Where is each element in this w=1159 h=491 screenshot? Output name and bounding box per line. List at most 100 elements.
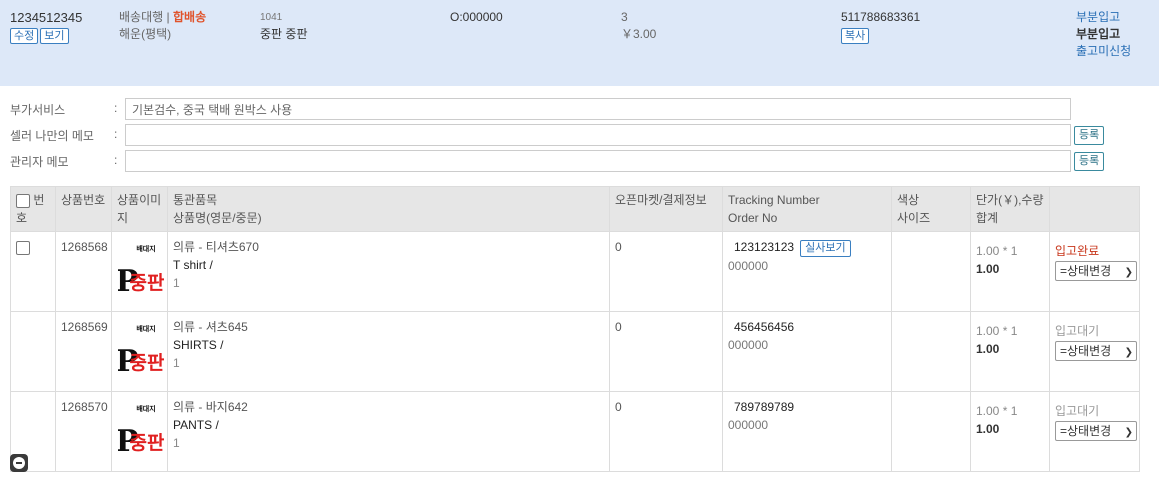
product-image[interactable]: 배대지 P 중판 [116, 402, 165, 460]
service-row: 부가서비스 : [10, 98, 1110, 120]
color-size-cell [891, 231, 971, 312]
product-image[interactable]: 배대지 P 중판 [116, 322, 165, 380]
customs-item: 의류 - 바지642 [173, 400, 248, 414]
table-row: 1268569 배대지 P 중판 의류 - 셔츠645 SHIRTS / 1 0… [10, 311, 1140, 392]
product-number-text: 1268569 [61, 320, 108, 334]
copy-button[interactable]: 복사 [841, 28, 870, 44]
row-status: 입고대기 [1055, 404, 1100, 418]
color-size-cell [891, 311, 971, 392]
admin-memo-row: 관리자 메모 : 등록 [10, 150, 1110, 172]
svg-text:배대지: 배대지 [136, 324, 155, 333]
status-cell: 입고대기 =상태변경 ❯ [1049, 311, 1140, 392]
open-market-value: 0 [615, 320, 622, 334]
seller-memo-input[interactable] [125, 124, 1071, 146]
admin-memo-colon: : [114, 153, 118, 167]
edit-button[interactable]: 수정 [10, 28, 39, 44]
qty-amount-cell: 3 ￥3.00 [621, 9, 656, 43]
status-change-select[interactable]: =상태변경 ❯ [1055, 261, 1137, 281]
order-number-value: 000000 [728, 259, 769, 273]
unit-price-qty: 1.00 * 1 [976, 244, 1018, 258]
select-all-checkbox[interactable] [16, 193, 30, 208]
chevron-down-icon: ❯ [1124, 347, 1133, 358]
tracking-cell: 511788683361 복사 [841, 9, 920, 44]
photo-view-button[interactable]: 실사보기 [800, 240, 851, 257]
status-change-select[interactable]: =상태변경 ❯ [1055, 421, 1137, 441]
admin-memo-register-button[interactable]: 등록 [1074, 152, 1105, 171]
delivery-separator: | [166, 10, 170, 24]
product-info-cell: 의류 - 티셔츠670 T shirt / 1 [167, 231, 610, 312]
release-not-requested-link[interactable]: 출고미신청 [1076, 43, 1131, 60]
tracking-cell: 123123123 실사보기 000000 [722, 231, 892, 312]
partial-receipt-link[interactable]: 부분입고 [1076, 9, 1131, 26]
header-customs-item: 통관품목 [173, 193, 218, 207]
admin-memo-label: 관리자 메모 [10, 155, 69, 169]
summary-amount: ￥3.00 [621, 27, 657, 41]
row-status: 입고대기 [1055, 324, 1100, 338]
status-cell: 입고완료 =상태변경 ❯ [1049, 231, 1140, 312]
tracking-number: 789789789 [734, 400, 795, 414]
open-market-cell: 0 [609, 311, 723, 392]
view-button[interactable]: 보기 [40, 28, 69, 44]
header-status [1049, 186, 1140, 232]
table-row: 1268568 배대지 P 중판 의류 - 티셔츠670 T shirt / 1… [10, 231, 1140, 312]
summary-tracking-number: 511788683361 [841, 10, 921, 24]
o-code: O:000000 [450, 10, 503, 24]
chevron-down-icon: ❯ [1124, 427, 1133, 438]
admin-memo-input[interactable] [125, 150, 1071, 172]
service-input[interactable] [125, 98, 1071, 120]
row-checkbox[interactable] [16, 240, 30, 255]
open-market-cell: 0 [609, 231, 723, 312]
open-market-value: 0 [615, 400, 622, 414]
product-image[interactable]: 배대지 P 중판 [116, 242, 165, 300]
delivery-type: 배송대행 [119, 10, 164, 24]
o-code-cell: O:000000 [450, 9, 503, 26]
collapse-minus-icon[interactable] [10, 454, 28, 472]
product-name: T shirt / [173, 258, 213, 272]
svg-text:중판: 중판 [130, 432, 164, 454]
order-number-value: 000000 [728, 418, 769, 432]
customs-item: 의류 - 티셔츠670 [173, 240, 259, 254]
header-no-line2: 호 [16, 211, 28, 225]
header-open-market: 오픈마켓/결제정보 [609, 186, 723, 232]
header-color: 색상 [897, 193, 920, 207]
product-name: SHIRTS / [173, 338, 224, 352]
summary-qty: 3 [621, 10, 628, 24]
product-qty: 1 [173, 356, 180, 370]
header-no-line1: 번 [33, 193, 45, 207]
delivery-cell: 배송대행 | 합배송 해운(평택) [119, 9, 206, 43]
product-qty: 1 [173, 276, 180, 290]
partial-receipt-status: 부분입고 [1076, 27, 1121, 41]
svg-text:배대지: 배대지 [136, 404, 155, 413]
svg-text:중판: 중판 [130, 272, 164, 294]
shipping-method: 해운(평택) [119, 27, 172, 41]
color-size-cell [891, 391, 971, 472]
combined-shipping-badge: 합배송 [172, 10, 207, 24]
seller-memo-label: 셀러 나만의 메모 [10, 129, 94, 143]
seller-memo-register-button[interactable]: 등록 [1074, 126, 1105, 145]
product-number: 1268569 [55, 311, 112, 392]
center-cell: 1041 중판 중판 [260, 9, 308, 43]
header-tracking-number: Tracking Number [728, 193, 820, 207]
price-cell: 1.00 * 1 1.00 [970, 311, 1050, 392]
tracking-cell: 456456456 000000 [722, 311, 892, 392]
open-market-cell: 0 [609, 391, 723, 472]
open-market-value: 0 [615, 240, 622, 254]
product-number: 1268568 [55, 231, 112, 312]
service-label: 부가서비스 [10, 103, 66, 117]
unit-price-qty: 1.00 * 1 [976, 404, 1018, 418]
status-select-value: =상태변경 [1060, 424, 1112, 438]
svg-text:중판: 중판 [130, 352, 164, 374]
row-total: 1.00 [976, 262, 1000, 276]
table-header-row: 번 호 상품번호 상품이미지 통관품목 상품명(영문/중문) 오픈마켓/결제정보… [10, 186, 1140, 232]
product-qty: 1 [173, 436, 180, 450]
order-number-value: 000000 [728, 338, 769, 352]
header-customs: 통관품목 상품명(영문/중문) [167, 186, 610, 232]
row-select-cell [10, 311, 56, 392]
tracking-number: 456456456 [734, 320, 795, 334]
status-select-value: =상태변경 [1060, 264, 1112, 278]
row-select-cell [10, 231, 56, 312]
product-info-cell: 의류 - 바지642 PANTS / 1 [167, 391, 610, 472]
status-cell: 부분입고 부분입고 출고미신청 [1076, 9, 1131, 60]
status-change-select[interactable]: =상태변경 ❯ [1055, 341, 1137, 361]
svg-text:배대지: 배대지 [136, 244, 155, 253]
